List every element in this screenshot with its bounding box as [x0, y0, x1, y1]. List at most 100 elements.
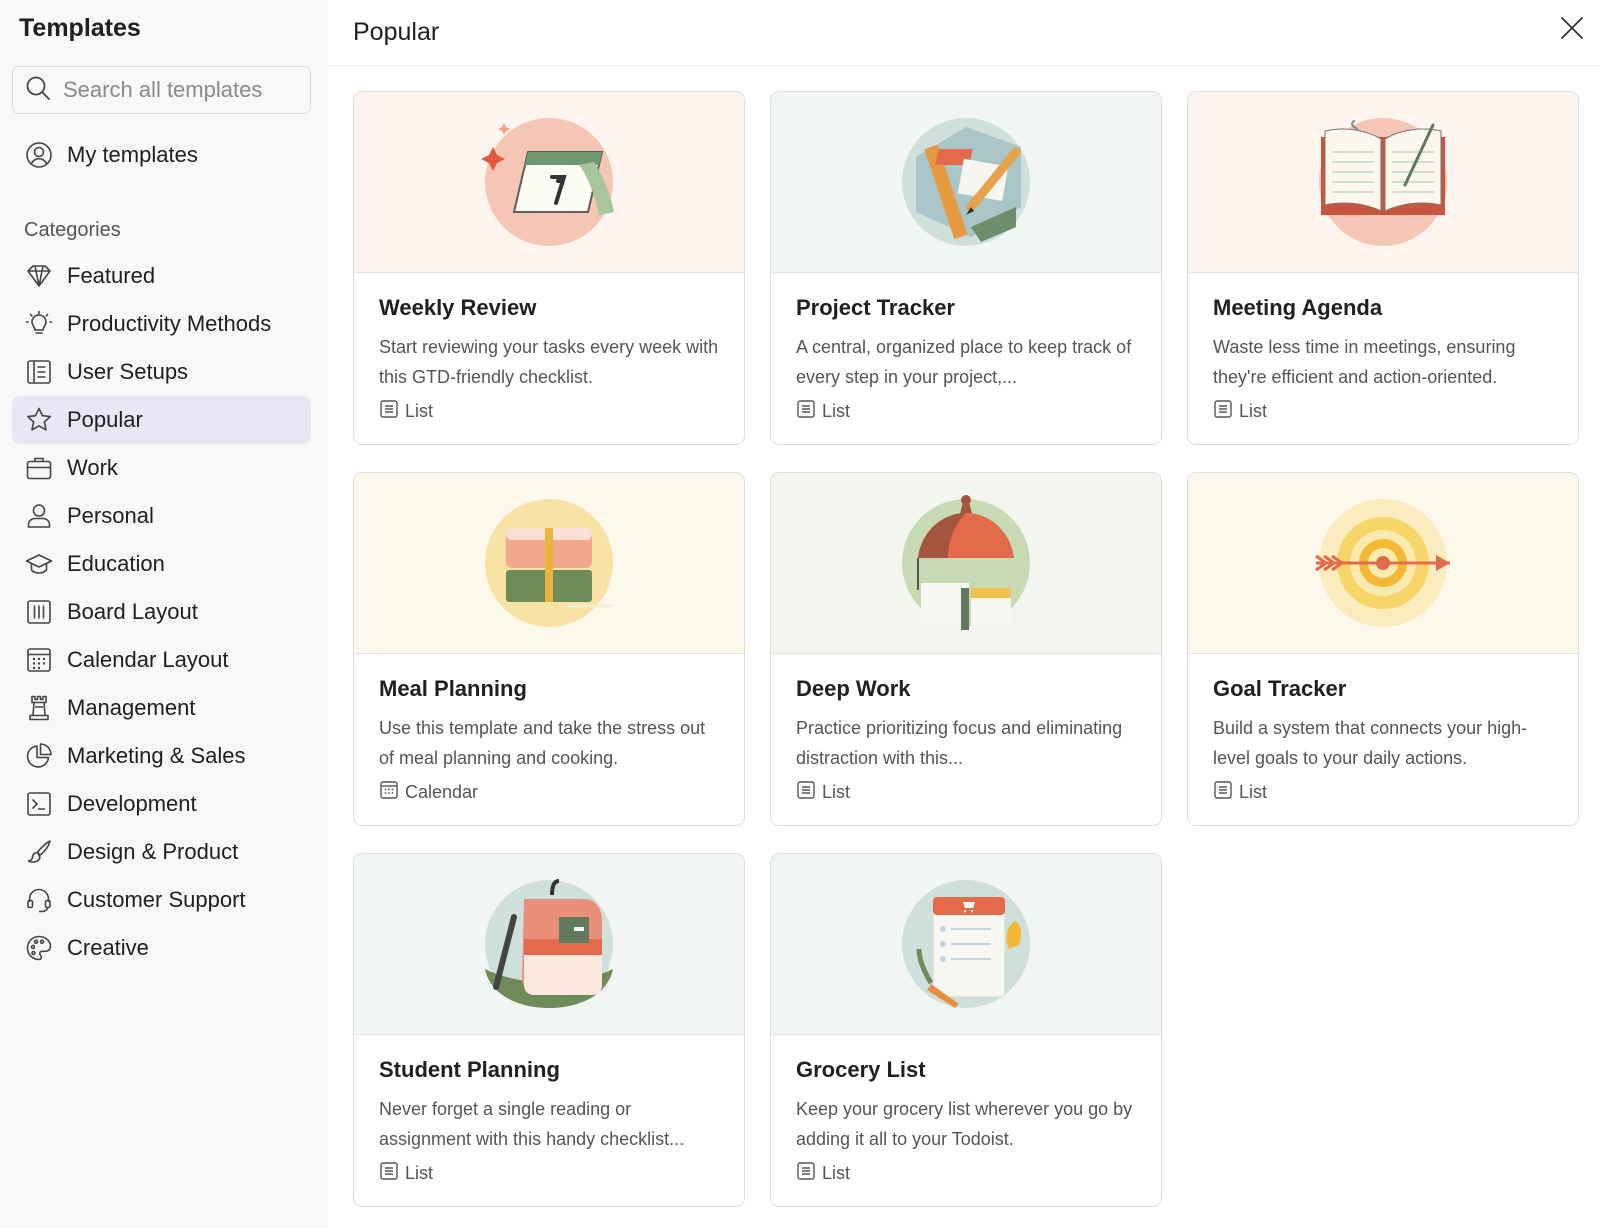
sidebar-item-label: Work [67, 455, 118, 480]
sidebar-item-personal[interactable]: Personal [12, 492, 311, 540]
card-type-label: List [1239, 401, 1268, 421]
list-view-icon [1213, 780, 1239, 805]
main-header: Popular [328, 0, 1600, 66]
card-type-label: List [1239, 782, 1268, 802]
card-description: Never forget a single reading or assignm… [379, 1099, 685, 1149]
list-view-icon [796, 1161, 822, 1186]
card-type: List [796, 780, 1137, 805]
sidebar-item-education[interactable]: Education [12, 540, 311, 588]
notebook-illustration [1319, 118, 1447, 246]
card-title: Meal Planning [379, 676, 527, 701]
template-card-goal-tracker[interactable]: Goal Tracker Build a system that connect… [1187, 472, 1579, 826]
sidebar-item-marketing-sales[interactable]: Marketing & Sales [12, 732, 311, 780]
template-card-meal-planning[interactable]: Meal Planning Use this template and take… [353, 472, 745, 826]
template-card-student-planning[interactable]: Student Planning Never forget a single r… [353, 853, 745, 1207]
template-grid: Weekly Review Start reviewing your tasks… [353, 91, 1579, 1207]
card-art [771, 473, 1161, 654]
palette-icon [24, 933, 54, 963]
card-art [354, 92, 744, 273]
card-title: Weekly Review [379, 295, 537, 320]
lightbulb-icon [24, 309, 54, 339]
card-body: Grocery List Keep your grocery list wher… [771, 1035, 1161, 1186]
sidebar-item-label: User Setups [67, 359, 189, 384]
template-card-deep-work[interactable]: Deep Work Practice prioritizing focus an… [770, 472, 1162, 826]
sidebar-item-featured[interactable]: Featured [12, 252, 311, 300]
card-type: List [379, 1161, 720, 1186]
sidebar-item-calendar-layout[interactable]: Calendar Layout [12, 636, 311, 684]
page-title: Popular [353, 18, 440, 46]
sidebar-item-board-layout[interactable]: Board Layout [12, 588, 311, 636]
template-card-weekly-review[interactable]: Weekly Review Start reviewing your tasks… [353, 91, 745, 445]
grocery-illustration [902, 880, 1030, 1008]
sidebar-item-management[interactable]: Management [12, 684, 311, 732]
card-description: Practice prioritizing focus and eliminat… [796, 718, 1123, 768]
sidebar-item-label: Management [67, 695, 196, 720]
close-button[interactable] [1554, 12, 1590, 48]
search-input[interactable] [63, 77, 293, 103]
card-description: Start reviewing your tasks every week wi… [379, 337, 719, 387]
pie-chart-icon [24, 741, 54, 771]
sidebar-item-label: Productivity Methods [67, 311, 272, 336]
sidebar-title: Templates [19, 14, 141, 42]
sidebar-item-development[interactable]: Development [12, 780, 311, 828]
card-description: Keep your grocery list wherever you go b… [796, 1099, 1133, 1149]
sidebar-item-label: Education [67, 551, 165, 576]
card-body: Meal Planning Use this template and take… [354, 654, 744, 805]
card-description: Waste less time in meetings, ensuring th… [1213, 337, 1516, 387]
card-type-label: List [822, 1163, 851, 1183]
card-title: Meeting Agenda [1213, 295, 1383, 320]
sidebar-item-label: Customer Support [67, 887, 246, 912]
card-type: List [1213, 399, 1554, 424]
sidebar-item-label: Featured [67, 263, 156, 288]
layout-list-icon [24, 357, 54, 387]
sidebar-item-user-setups[interactable]: User Setups [12, 348, 311, 396]
card-description: A central, organized place to keep track… [796, 337, 1132, 387]
card-art [771, 854, 1161, 1035]
card-type-label: List [405, 1163, 434, 1183]
graduation-cap-icon [24, 549, 54, 579]
card-body: Student Planning Never forget a single r… [354, 1035, 744, 1186]
card-description: Use this template and take the stress ou… [379, 718, 706, 768]
sidebar-item-design-product[interactable]: Design & Product [12, 828, 311, 876]
sidebar-item-customer-support[interactable]: Customer Support [12, 876, 311, 924]
lunchbox-illustration [485, 499, 613, 627]
lamp-illustration [902, 495, 1030, 630]
briefcase-icon [24, 453, 54, 483]
sidebar-item-productivity-methods[interactable]: Productivity Methods [12, 300, 311, 348]
template-card-grocery-list[interactable]: Grocery List Keep your grocery list wher… [770, 853, 1162, 1207]
blueprint-illustration [902, 118, 1030, 246]
my-templates-item[interactable]: My templates [12, 131, 311, 179]
sidebar-item-popular[interactable]: Popular [12, 396, 311, 444]
main-panel: Popular Weekly Review Start reviewing yo… [328, 0, 1600, 1228]
paintbrush-icon [24, 837, 54, 867]
card-body: Project Tracker A central, organized pla… [771, 273, 1161, 424]
close-icon [1559, 15, 1585, 46]
sidebar-item-work[interactable]: Work [12, 444, 311, 492]
backpack-illustration [485, 879, 613, 1008]
card-body: Deep Work Practice prioritizing focus an… [771, 654, 1161, 805]
sidebar-item-label: Development [67, 791, 197, 816]
card-body: Meeting Agenda Waste less time in meetin… [1188, 273, 1578, 424]
card-type-label: Calendar [405, 782, 479, 802]
template-card-meeting-agenda[interactable]: Meeting Agenda Waste less time in meetin… [1187, 91, 1579, 445]
search-icon [25, 75, 51, 106]
person-icon [24, 501, 54, 531]
categories-heading: Categories [24, 218, 121, 241]
card-type: List [1213, 780, 1554, 805]
card-title: Deep Work [796, 676, 911, 701]
card-type-label: List [822, 401, 851, 421]
card-body: Goal Tracker Build a system that connect… [1188, 654, 1578, 805]
card-body: Weekly Review Start reviewing your tasks… [354, 273, 744, 424]
calendar-icon [24, 645, 54, 675]
search-box[interactable] [12, 66, 311, 114]
card-type: List [796, 1161, 1137, 1186]
sidebar-item-label: Popular [67, 407, 143, 432]
sidebar-item-creative[interactable]: Creative [12, 924, 311, 972]
card-description: Build a system that connects your high-l… [1213, 718, 1528, 768]
template-card-project-tracker[interactable]: Project Tracker A central, organized pla… [770, 91, 1162, 445]
list-view-icon [796, 399, 822, 424]
list-view-icon [379, 399, 405, 424]
card-art [1188, 473, 1578, 654]
card-type: List [379, 399, 720, 424]
star-icon [24, 405, 54, 435]
